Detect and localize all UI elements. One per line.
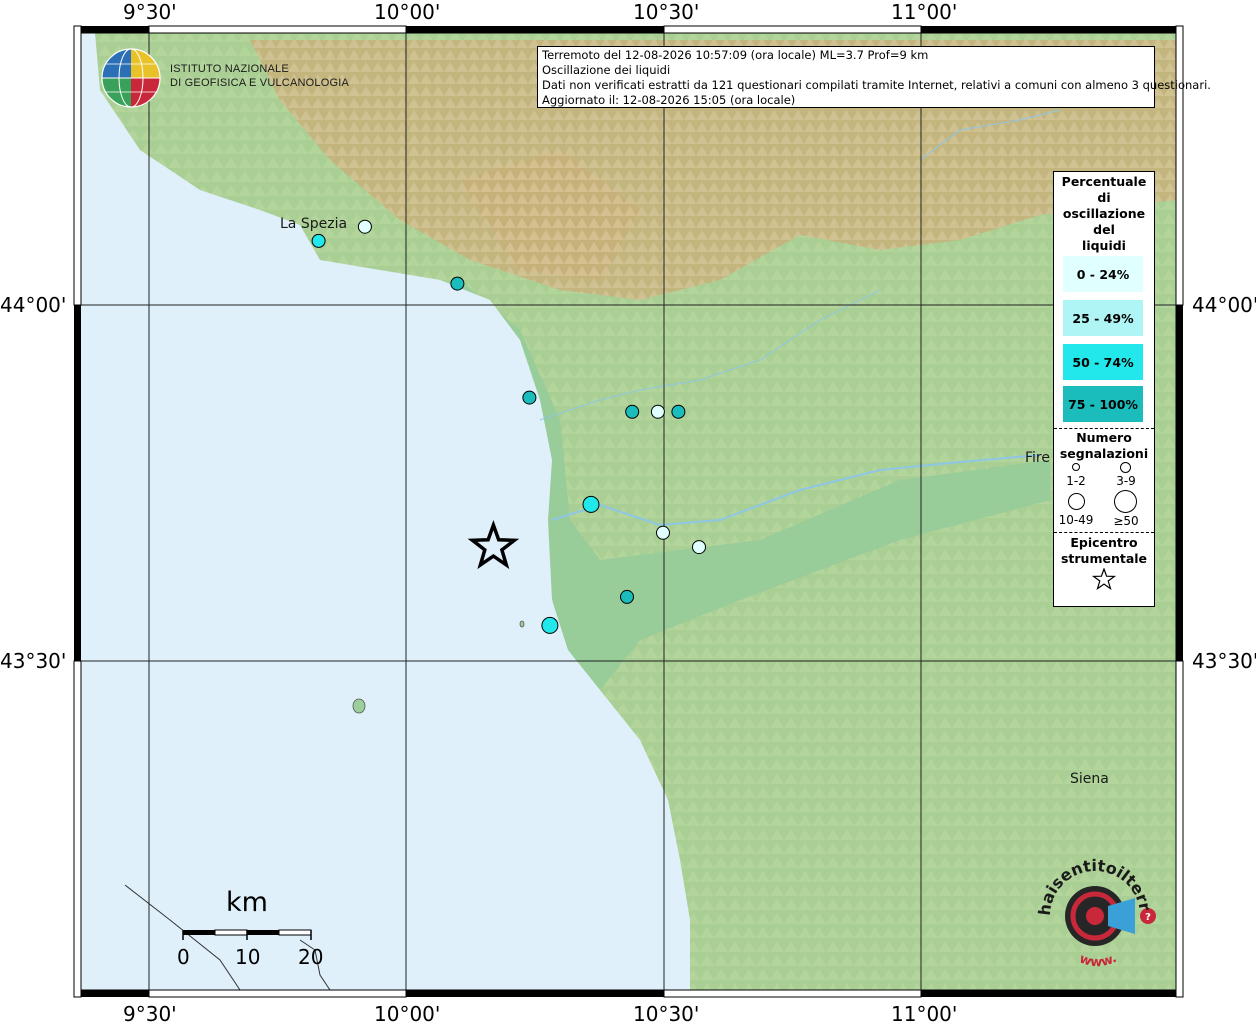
city-siena: Siena [1070,771,1109,787]
legend-epicenter-star [1092,568,1116,590]
island-gorgona [352,698,366,714]
lon-label-top-4: 11°00' [891,0,958,24]
observation-marker-6 [671,404,686,419]
legend-class-3-label: 75 - 100% [1068,396,1138,412]
legend-class-0-label: 0 - 24% [1076,266,1130,282]
scale-tick-0: 0 [177,945,190,969]
legend-title: Percentuale di oscillazione del liquidi [1061,174,1147,253]
svg-text:?: ? [1145,912,1151,923]
legend-size-large [1068,493,1085,510]
scale-tick-20: 20 [298,945,324,969]
legend-count-title: Numero segnalazioni [1059,430,1149,461]
legend-class-0: 0 - 24% [1063,256,1143,292]
scale-tick-10: 10 [235,945,261,969]
legend-separator-1 [1054,428,1154,429]
observation-marker-1 [311,233,326,248]
observation-marker-2 [450,276,465,291]
map-terrain [80,33,1176,990]
observation-marker-8 [656,525,670,540]
lon-label-top-1: 9°30' [123,0,177,24]
legend-size-xlarge [1114,490,1137,513]
lon-label-top-3: 10°30' [633,0,700,24]
lat-label-right-2: 43°30' [1192,649,1256,673]
lat-label-left-2: 43°30' [0,649,67,673]
info-line-4: Aggiornato il: 12-08-2026 15:05 (ora loc… [542,93,796,107]
institute-line-1: ISTITUTO NAZIONALE [170,63,289,75]
lat-label-right-1: 44°00' [1192,293,1256,317]
observation-marker-10 [620,589,634,604]
legend-size-label-1: 1-2 [1066,474,1086,488]
legend: Percentuale di oscillazione del liquidi … [1053,171,1155,607]
observation-marker-11 [541,616,559,634]
ingv-logo [101,48,161,108]
earthquake-info-box: Terremoto del 12-08-2026 10:57:09 (ora l… [537,46,1211,108]
legend-size-label-3: 10-49 [1058,513,1094,527]
lon-label-bottom-3: 10°30' [633,1002,700,1026]
info-line-3: Dati non verificati estratti da 121 ques… [542,78,1211,92]
observation-marker-3 [522,390,537,405]
lon-label-bottom-2: 10°00' [374,1002,441,1026]
legend-class-1: 25 - 49% [1063,300,1143,336]
observation-marker-0 [357,219,372,234]
institute-name: ISTITUTO NAZIONALE DI GEOFISICA E VULCAN… [170,62,349,90]
legend-separator-2 [1054,532,1154,533]
legend-class-3: 75 - 100% [1063,386,1143,422]
scale-unit: km [226,887,268,918]
legend-epicenter-title: Epicentro strumentale [1060,535,1148,566]
legend-size-small [1072,463,1080,471]
institute-line-2: DI GEOFISICA E VULCANOLOGIA [170,77,349,89]
lon-label-bottom-1: 9°30' [123,1002,177,1026]
lon-label-bottom-4: 11°00' [891,1002,958,1026]
info-line-2: Oscillazione dei liquidi [542,63,671,77]
legend-class-2-label: 50 - 74% [1072,354,1134,370]
legend-size-label-4: ≥50 [1113,514,1139,528]
legend-class-1-label: 25 - 49% [1072,310,1134,326]
lat-label-left-1: 44°00' [0,293,67,317]
city-la-spezia: La Spezia [280,216,348,232]
observation-marker-4 [625,404,640,419]
city-firenze: Fire [1025,450,1050,466]
observation-marker-9 [692,540,706,555]
info-line-1: Terremoto del 12-08-2026 10:57:09 (ora l… [542,48,929,62]
legend-size-label-2: 3-9 [1116,474,1136,488]
observation-marker-7 [582,495,600,513]
observation-marker-5 [650,404,665,419]
legend-size-medium [1120,462,1131,473]
legend-class-2: 50 - 74% [1063,344,1143,380]
island-meloria [519,620,525,628]
lon-label-top-2: 10°00' [374,0,441,24]
